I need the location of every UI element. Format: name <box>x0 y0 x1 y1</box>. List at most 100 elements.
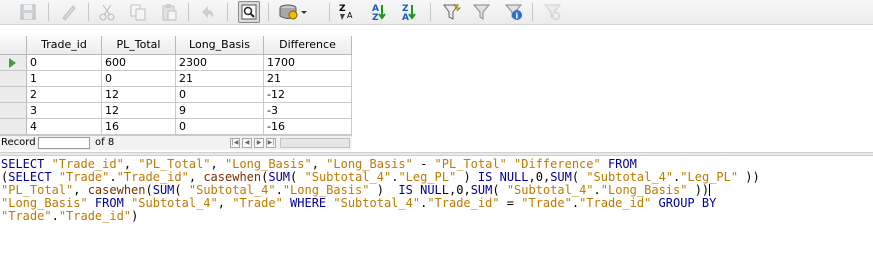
edit-button[interactable] <box>58 1 80 23</box>
sql-token: ) <box>369 183 399 197</box>
apply-filter-button[interactable] <box>471 1 493 23</box>
horizontal-scrollbar[interactable] <box>280 138 350 148</box>
sort-ascending-button[interactable]: AZ <box>369 1 391 23</box>
sql-token: "Subtotal_4" <box>586 170 674 184</box>
grid-cell[interactable]: 1700 <box>264 55 352 71</box>
sql-token: , <box>123 157 139 171</box>
grid-cell[interactable]: 3 <box>27 103 102 119</box>
grid-cell[interactable]: 4 <box>27 119 102 135</box>
sql-token: ( <box>290 170 305 184</box>
svg-text:A: A <box>402 13 409 22</box>
record-number-input[interactable] <box>38 137 90 149</box>
sql-token: "Subtotal_4" <box>131 196 218 210</box>
sql-token: . <box>593 183 601 197</box>
row-selector[interactable] <box>0 119 27 135</box>
toolbar-separator <box>329 3 330 21</box>
run-query-button[interactable] <box>278 1 308 23</box>
sql-token: casewhen <box>87 183 146 197</box>
sql-token: WHERE <box>282 196 334 210</box>
sql-token: SELECT <box>8 170 59 184</box>
undo-button[interactable] <box>196 1 218 23</box>
grid-cell[interactable]: 12 <box>102 87 176 103</box>
grid-cell[interactable]: -16 <box>264 119 352 135</box>
column-header[interactable]: Long_Basis <box>176 36 264 55</box>
grid-cell[interactable]: 1 <box>27 71 102 87</box>
sql-token: "Trade" <box>232 196 283 210</box>
sort-button[interactable]: ZA <box>337 1 359 23</box>
table-row[interactable]: 2 12 0 -12 <box>0 87 352 103</box>
sort-descending-button[interactable]: ZA <box>399 1 421 23</box>
sql-token: ,0, <box>449 183 471 197</box>
record-navigation-bar: Record of 8 |◀ ◀ ▶ ▶| <box>0 135 352 150</box>
sql-token: , <box>73 183 88 197</box>
sql-token: "Subtotal_4" <box>304 170 392 184</box>
grid-cell[interactable]: -3 <box>264 103 352 119</box>
grid-cell[interactable]: 0 <box>176 87 264 103</box>
table-row[interactable]: 1 0 21 21 <box>0 71 352 87</box>
grid-cell[interactable]: 600 <box>102 55 176 71</box>
grid-cell[interactable]: 0 <box>176 119 264 135</box>
sql-token: "Long_Basis" <box>326 157 413 171</box>
sql-token: "Trade" <box>1 209 52 223</box>
grid-cell[interactable]: -12 <box>264 87 352 103</box>
toolbar-separator <box>48 3 49 21</box>
grid-cell[interactable]: 2 <box>27 87 102 103</box>
sql-token: ) <box>456 170 478 184</box>
column-header[interactable]: Trade_id <box>27 36 102 55</box>
copy-icon <box>130 4 146 21</box>
grid-cell[interactable]: 21 <box>264 71 352 87</box>
table-row[interactable]: 0 600 2300 1700 <box>0 55 352 71</box>
last-record-button[interactable]: ▶| <box>266 138 276 148</box>
remove-filter-button[interactable] <box>542 1 564 23</box>
sql-token: SUM <box>470 183 493 197</box>
column-header[interactable]: PL_Total <box>102 36 176 55</box>
design-view-toggle[interactable] <box>238 1 260 23</box>
sql-token: IS NULL <box>398 183 449 197</box>
standard-filter-icon: i <box>504 4 523 21</box>
table-row[interactable]: 3 12 9 -3 <box>0 103 352 119</box>
row-selector[interactable] <box>0 71 27 87</box>
sql-editor[interactable]: SELECT "Trade_id", "PL_Total", "Long_Bas… <box>1 158 871 270</box>
sql-token: "Trade_id" <box>427 196 500 210</box>
sql-token: "Trade" <box>521 196 572 210</box>
sql-token: . <box>109 170 117 184</box>
sql-token: - <box>412 157 435 171</box>
grid-cell[interactable]: 16 <box>102 119 176 135</box>
grid-corner[interactable] <box>0 36 27 55</box>
grid-cell[interactable]: 12 <box>102 103 176 119</box>
row-selector[interactable] <box>0 103 27 119</box>
grid-cell[interactable]: 2300 <box>176 55 264 71</box>
sql-token: "Trade_id" <box>579 196 652 210</box>
paste-button[interactable] <box>158 1 180 23</box>
table-row[interactable]: 4 16 0 -16 <box>0 119 352 135</box>
copy-button[interactable] <box>127 1 149 23</box>
grid-cell[interactable]: 9 <box>176 103 264 119</box>
cut-button[interactable] <box>96 1 118 23</box>
save-button[interactable] <box>17 1 39 23</box>
undo-icon <box>202 6 214 18</box>
grid-cell[interactable]: 0 <box>102 71 176 87</box>
sql-token: FROM <box>600 157 637 171</box>
row-selector[interactable] <box>0 55 27 71</box>
autofilter-button[interactable] <box>441 1 463 23</box>
previous-record-button[interactable]: ◀ <box>242 138 252 148</box>
grid-cell[interactable]: 0 <box>27 55 102 71</box>
sql-token: "Long_Basis" <box>600 183 688 197</box>
pane-splitter[interactable] <box>0 152 873 156</box>
standard-filter-button[interactable]: i <box>503 1 525 23</box>
cut-icon <box>99 4 115 21</box>
svg-text:i: i <box>516 12 519 21</box>
next-record-button[interactable]: ▶ <box>254 138 264 148</box>
grid-cell[interactable]: 21 <box>176 71 264 87</box>
first-record-button[interactable]: |◀ <box>230 138 240 148</box>
sql-token: SELECT <box>1 157 52 171</box>
column-header[interactable]: Difference <box>264 36 352 55</box>
sql-token: "Trade_id" <box>51 157 124 171</box>
row-selector[interactable] <box>0 87 27 103</box>
sql-token: FROM <box>87 196 132 210</box>
sql-line[interactable]: "Trade"."Trade_id") <box>1 210 871 223</box>
sql-token: . <box>275 183 283 197</box>
query-toolbar: ZA AZ ZA i <box>0 0 873 25</box>
sql-token: ,0, <box>528 170 551 184</box>
svg-text:Z: Z <box>339 4 346 14</box>
